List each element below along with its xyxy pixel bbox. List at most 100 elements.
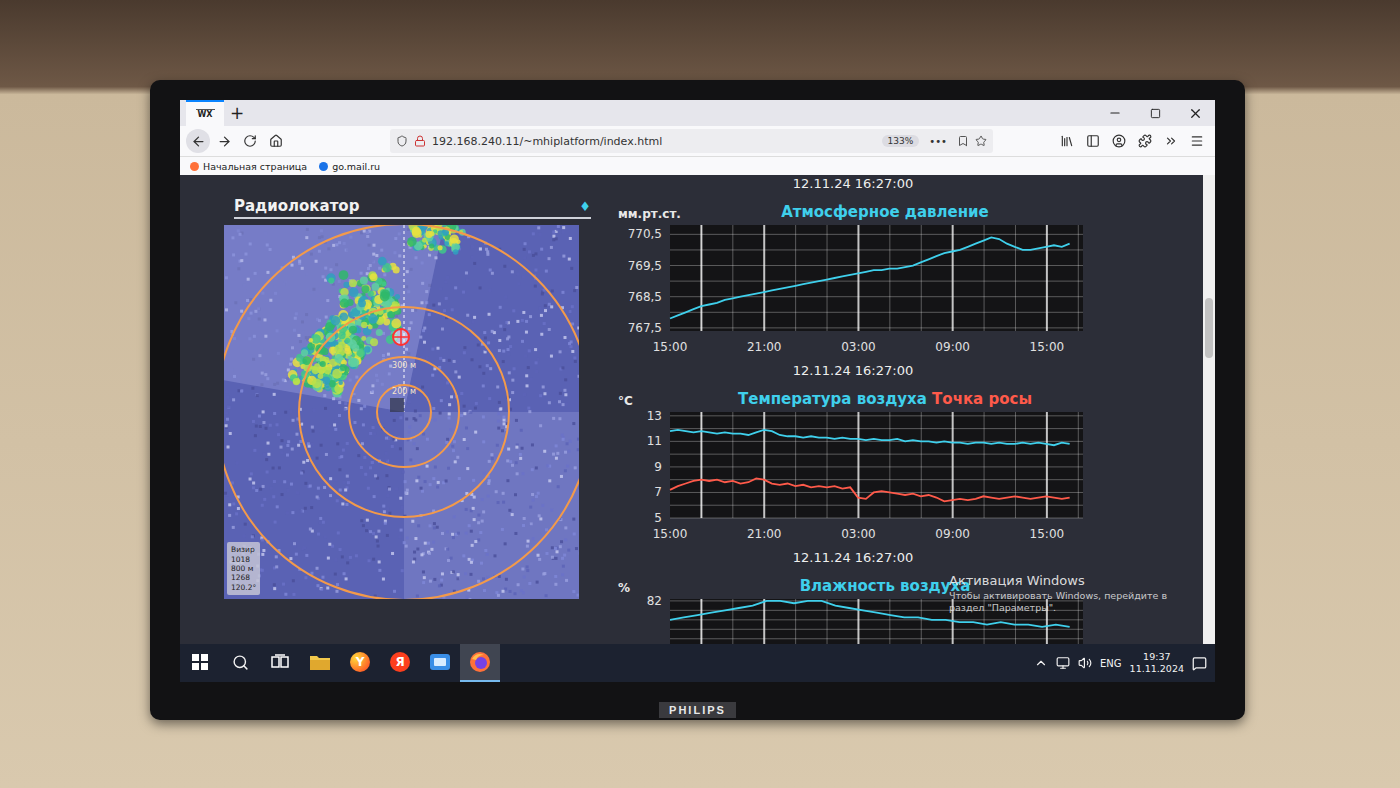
taskbar-app[interactable]: Я [380, 644, 420, 682]
close-icon [1188, 106, 1203, 121]
search-button[interactable] [220, 644, 260, 682]
url-bar[interactable]: 192.168.240.11/~mhiplatform/index.html 13… [390, 129, 993, 153]
visir-line: Визир [231, 545, 256, 554]
clock[interactable]: 19:3711.11.2024 [1130, 651, 1184, 676]
app-icon [429, 652, 451, 672]
target-marker[interactable] [393, 329, 409, 345]
chart-date: 12.11.24 16:27:00 [618, 362, 1088, 380]
extensions-button[interactable] [1133, 129, 1157, 153]
overflow-button[interactable] [1159, 129, 1183, 153]
close-button[interactable] [1175, 100, 1215, 126]
zoom-badge[interactable]: 133% [882, 135, 920, 147]
monitor: WX+192.168.240.11/~mhiplatform/index.htm… [150, 80, 1245, 720]
forward-icon [217, 134, 232, 149]
new-tab-button[interactable]: + [224, 100, 250, 126]
chart-header: °CТемпература воздуха Точка росы [618, 380, 1088, 408]
monitor-bezel: PHILIPS [180, 682, 1215, 720]
bookmark[interactable]: Начальная страница [190, 161, 307, 172]
system-tray: ENG 19:3711.11.2024 [1026, 644, 1215, 682]
back-icon [191, 134, 206, 149]
reload-icon [243, 134, 257, 148]
language-indicator[interactable]: ENG [1100, 658, 1122, 669]
library-icon [1060, 134, 1074, 148]
radar-menu-icon[interactable]: ♦ [579, 199, 591, 214]
folder-icon [309, 653, 331, 671]
taskbar-app[interactable] [460, 644, 500, 682]
y-tick: 9 [654, 460, 662, 474]
visir-line: 1268 [231, 573, 256, 582]
page-actions-button[interactable]: ••• [925, 136, 951, 147]
pocket-icon[interactable] [957, 135, 969, 147]
radar-view[interactable]: 300 м200 мВизир1018800 м1268120.2° [224, 225, 579, 599]
home-button[interactable] [264, 129, 288, 153]
bookmarks-bar: Начальная страница go.mail.ru [180, 157, 1215, 175]
scrollbar[interactable] [1203, 175, 1215, 644]
radar-title: Радиолокатор [234, 197, 359, 215]
x-tick: 21:00 [747, 527, 782, 541]
chart-unit: °C [618, 394, 682, 408]
scroll-thumb[interactable] [1205, 298, 1213, 358]
back-button[interactable] [186, 129, 210, 153]
x-tick: 09:00 [935, 527, 970, 541]
visir-box: Визир1018800 м1268120.2° [227, 542, 260, 595]
y-tick: 7 [654, 485, 662, 499]
chart-block: 12.11.24 16:27:00мм.рт.ст.Атмосферное да… [618, 175, 1088, 362]
svg-text:200 м: 200 м [392, 387, 416, 396]
page-content: Радиолокатор ♦300 м200 мВизир1018800 м126… [180, 175, 1215, 644]
x-tick: 21:00 [747, 340, 782, 354]
start-button[interactable] [180, 644, 220, 682]
star-icon[interactable] [975, 135, 987, 147]
task-view-icon [271, 654, 289, 670]
browser-tab[interactable]: WX [186, 100, 224, 126]
y-tick: 770,5 [628, 227, 662, 241]
tab-bar: WX+ [180, 100, 1215, 126]
forward-button[interactable] [212, 129, 236, 153]
x-tick: 15:00 [653, 527, 688, 541]
url-text: 192.168.240.11/~mhiplatform/index.html [432, 135, 876, 148]
maximize-button[interactable] [1135, 100, 1175, 126]
legend-label: Влажность воздуха [800, 577, 971, 595]
bookmark[interactable]: go.mail.ru [319, 161, 380, 172]
home-icon [269, 134, 283, 148]
x-tick: 15:00 [1030, 527, 1065, 541]
account-button[interactable] [1107, 129, 1131, 153]
notifications-icon[interactable] [1192, 656, 1207, 671]
yandex-browser-icon: Y [350, 652, 370, 672]
menu-icon [1190, 134, 1204, 148]
chevron-up-icon[interactable] [1034, 656, 1048, 670]
task-view-button[interactable] [260, 644, 300, 682]
nav-bar: 192.168.240.11/~mhiplatform/index.html 13… [180, 126, 1215, 157]
visir-line: 1018 [231, 555, 256, 564]
chart-date: 12.11.24 16:27:00 [618, 175, 1088, 193]
taskbar-app[interactable]: Y [340, 644, 380, 682]
x-tick: 15:00 [1030, 340, 1065, 354]
reload-button[interactable] [238, 129, 262, 153]
y-tick: 13 [647, 409, 662, 423]
shield-icon [396, 135, 408, 147]
chart-date: 12.11.24 16:27:00 [618, 549, 1088, 567]
chart-line [670, 430, 1070, 445]
bookmark-icon [319, 162, 328, 171]
account-icon [1112, 134, 1126, 148]
radar-image: 300 м200 м [224, 225, 579, 599]
library-button[interactable] [1055, 129, 1079, 153]
menu-button[interactable] [1185, 129, 1209, 153]
network-icon[interactable] [1056, 656, 1070, 670]
dashboard: Радиолокатор ♦300 м200 мВизир1018800 м126… [180, 175, 1203, 644]
activation-watermark: Активация WindowsЧтобы активировать Wind… [949, 573, 1181, 614]
radar-panel: Радиолокатор♦300 м200 мВизир1018800 м126… [224, 175, 579, 599]
taskbar-app[interactable] [420, 644, 460, 682]
volume-icon[interactable] [1078, 656, 1092, 670]
x-tick: 03:00 [841, 527, 876, 541]
chart-line [670, 237, 1070, 318]
y-tick: 769,5 [628, 259, 662, 273]
search-icon [232, 654, 249, 671]
chevrons-icon [1164, 134, 1178, 148]
taskbar-app[interactable] [300, 644, 340, 682]
watermark-title: Активация Windows [949, 573, 1181, 588]
legend-label: Атмосферное давление [781, 203, 989, 221]
sidebar-icon [1086, 134, 1100, 148]
minimize-button[interactable] [1095, 100, 1135, 126]
sidebar-button[interactable] [1081, 129, 1105, 153]
chart: 770,5769,5768,5767,515:0021:0003:0009:00… [618, 221, 1088, 357]
